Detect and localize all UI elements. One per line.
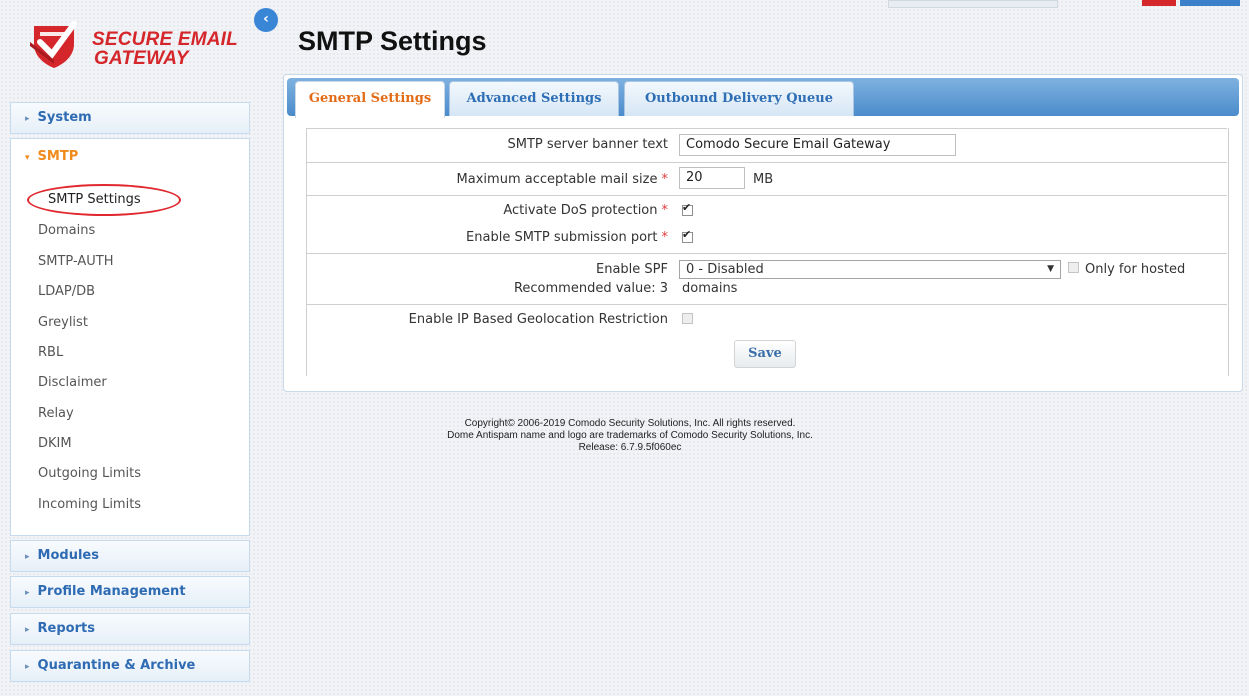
row-divider bbox=[306, 195, 1227, 196]
triangle-right-icon: ▸ bbox=[25, 662, 30, 672]
sidebar-item-greylist[interactable]: Greylist bbox=[38, 315, 88, 330]
sidebar-item-ldap-db[interactable]: LDAP/DB bbox=[38, 284, 95, 299]
submission-port-checkbox[interactable] bbox=[682, 228, 693, 243]
brand-name: SECURE EMAIL GATEWAY bbox=[92, 30, 238, 68]
max-mail-size-input[interactable]: 20 bbox=[679, 167, 745, 189]
sidebar-item-rbl[interactable]: RBL bbox=[38, 345, 63, 360]
spf-recommended-hint: Recommended value: 3 bbox=[513, 281, 668, 296]
max-mail-size-label: Maximum acceptable mail size * bbox=[457, 172, 668, 187]
banner-text-label: SMTP server banner text bbox=[507, 137, 669, 152]
required-mark: * bbox=[661, 230, 669, 245]
trademark-text: Dome Antispam name and logo are trademar… bbox=[447, 430, 813, 441]
spf-hosted-label-continued: domains bbox=[682, 281, 738, 296]
copyright-text: Copyright© 2006-2019 Comodo Security Sol… bbox=[464, 418, 796, 429]
page-title: SMTP Settings bbox=[298, 26, 487, 56]
dos-protection-label-text: Activate DoS protection bbox=[503, 203, 658, 218]
nav-group-smtp-header[interactable]: ▾ SMTP bbox=[11, 139, 249, 175]
triangle-right-icon: ▸ bbox=[25, 625, 30, 635]
sidebar-item-disclaimer[interactable]: Disclaimer bbox=[38, 375, 107, 390]
required-mark: * bbox=[661, 172, 669, 187]
triangle-right-icon: ▸ bbox=[25, 552, 30, 562]
tab-general-settings[interactable]: General Settings bbox=[295, 81, 445, 118]
triangle-right-icon: ▸ bbox=[25, 588, 30, 598]
tab-advanced-settings[interactable]: Advanced Settings bbox=[449, 81, 619, 116]
brand-line-1: SECURE EMAIL bbox=[92, 29, 238, 50]
max-mail-size-label-text: Maximum acceptable mail size bbox=[456, 172, 658, 187]
spf-hosted-checkbox[interactable] bbox=[1068, 262, 1079, 273]
submission-port-label-text: Enable SMTP submission port bbox=[466, 230, 658, 245]
nav-group-label: Quarantine & Archive bbox=[37, 658, 196, 673]
geolocation-label: Enable IP Based Geolocation Restriction bbox=[408, 312, 668, 327]
brand-logo: SECURE EMAIL GATEWAY bbox=[30, 20, 250, 80]
spf-select-value: 0 - Disabled bbox=[686, 262, 764, 277]
nav-group-quarantine-archive[interactable]: ▸ Quarantine & Archive bbox=[10, 650, 250, 682]
nav-group-label: Modules bbox=[37, 548, 99, 563]
dos-protection-label: Activate DoS protection * bbox=[503, 203, 668, 218]
row-divider bbox=[306, 304, 1227, 305]
sidebar-item-dkim[interactable]: DKIM bbox=[38, 436, 72, 451]
banner-text-input[interactable]: Comodo Secure Email Gateway bbox=[679, 134, 956, 156]
nav-group-label: SMTP bbox=[37, 149, 79, 164]
footer: Copyright© 2006-2019 Comodo Security Sol… bbox=[360, 418, 900, 454]
tab-strip: General Settings Advanced Settings Outbo… bbox=[287, 78, 1239, 118]
submission-port-label: Enable SMTP submission port * bbox=[466, 230, 668, 245]
collapse-sidebar-button[interactable]: ‹ bbox=[254, 8, 278, 32]
nav-group-system[interactable]: ▸ System bbox=[10, 102, 250, 134]
sidebar-item-domains[interactable]: Domains bbox=[38, 223, 95, 238]
triangle-down-icon: ▾ bbox=[25, 153, 30, 163]
max-mail-size-unit: MB bbox=[753, 172, 774, 187]
release-text: Release: 6.7.9.5f060ec bbox=[578, 442, 682, 453]
general-settings-form bbox=[306, 128, 1229, 376]
brand-line-2: GATEWAY bbox=[94, 48, 189, 69]
dos-protection-checkbox[interactable] bbox=[682, 201, 693, 216]
caret-down-icon: ▼ bbox=[1047, 264, 1054, 274]
row-divider bbox=[306, 162, 1227, 163]
nav-group-profile-management[interactable]: ▸ Profile Management bbox=[10, 576, 250, 608]
triangle-right-icon: ▸ bbox=[25, 114, 30, 124]
shield-check-icon bbox=[30, 21, 77, 68]
highlight-annotation bbox=[27, 184, 181, 216]
sidebar-item-smtp-auth[interactable]: SMTP-AUTH bbox=[38, 254, 114, 269]
nav-group-modules[interactable]: ▸ Modules bbox=[10, 540, 250, 572]
top-bar-user bbox=[1180, 0, 1240, 6]
nav-group-label: System bbox=[37, 110, 92, 125]
spf-hosted-label: Only for hosted bbox=[1085, 262, 1186, 277]
geolocation-checkbox[interactable] bbox=[682, 313, 693, 324]
spf-select[interactable]: 0 - Disabled ▼ bbox=[679, 260, 1061, 279]
required-mark: * bbox=[661, 203, 669, 218]
sidebar-item-outgoing-limits[interactable]: Outgoing Limits bbox=[38, 466, 141, 481]
chevron-left-icon: ‹ bbox=[263, 11, 269, 27]
row-divider bbox=[306, 253, 1227, 254]
nav-group-reports[interactable]: ▸ Reports bbox=[10, 613, 250, 645]
app-window: SECURE EMAIL GATEWAY ‹ ▸ System ▾ SMTP SMT… bbox=[0, 0, 1249, 696]
top-bar-fragment bbox=[888, 0, 1058, 8]
sidebar-item-relay[interactable]: Relay bbox=[38, 406, 74, 421]
sidebar-item-incoming-limits[interactable]: Incoming Limits bbox=[38, 497, 141, 512]
spf-label: Enable SPF bbox=[596, 262, 668, 277]
nav-group-label: Profile Management bbox=[37, 584, 186, 599]
save-button[interactable]: Save bbox=[734, 340, 796, 368]
row-divider bbox=[306, 128, 1227, 129]
tab-outbound-delivery-queue[interactable]: Outbound Delivery Queue bbox=[624, 81, 854, 116]
top-bar-alert bbox=[1142, 0, 1176, 6]
nav-group-label: Reports bbox=[37, 621, 95, 636]
